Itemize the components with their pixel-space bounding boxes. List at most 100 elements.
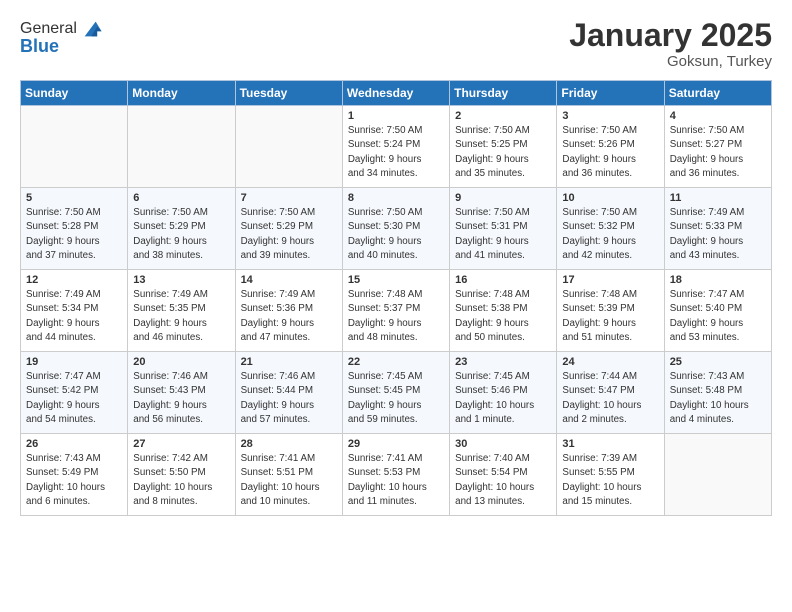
day-info: Sunrise: 7:43 AMSunset: 5:49 PMDaylight:… xyxy=(26,452,122,509)
day-number: 18 xyxy=(670,274,766,286)
day-info: Sunrise: 7:49 AMSunset: 5:33 PMDaylight:… xyxy=(670,206,766,263)
weekday-header: Wednesday xyxy=(342,81,449,106)
day-info: Sunrise: 7:45 AMSunset: 5:46 PMDaylight:… xyxy=(455,370,551,427)
day-number: 30 xyxy=(455,438,551,450)
weekday-header: Friday xyxy=(557,81,664,106)
day-number: 12 xyxy=(26,274,122,286)
day-number: 29 xyxy=(348,438,444,450)
day-info: Sunrise: 7:48 AMSunset: 5:38 PMDaylight:… xyxy=(455,288,551,345)
weekday-header-row: SundayMondayTuesdayWednesdayThursdayFrid… xyxy=(21,81,772,106)
calendar-cell: 27 Sunrise: 7:42 AMSunset: 5:50 PMDayligh… xyxy=(128,434,235,516)
calendar-cell: 17Sunrise: 7:48 AMSunset: 5:39 PMDayligh… xyxy=(557,270,664,352)
day-info: Sunrise: 7:43 AMSunset: 5:48 PMDaylight:… xyxy=(670,370,766,427)
calendar-cell: 24 Sunrise: 7:44 AMSunset: 5:47 PMDayligh… xyxy=(557,352,664,434)
page: General Blue January 2025 Goksun, Turkey… xyxy=(0,0,792,612)
calendar-cell: 20 Sunrise: 7:46 AMSunset: 5:43 PMDayligh… xyxy=(128,352,235,434)
day-info: Sunrise: 7:45 AMSunset: 5:45 PMDaylight:… xyxy=(348,370,444,427)
calendar-cell: 6 Sunrise: 7:50 AMSunset: 5:29 PMDaylight… xyxy=(128,188,235,270)
calendar-cell: 4 Sunrise: 7:50 AMSunset: 5:27 PMDaylight… xyxy=(664,106,771,188)
location: Goksun, Turkey xyxy=(569,53,772,70)
day-number: 3 xyxy=(562,110,658,122)
calendar-cell: 2 Sunrise: 7:50 AMSunset: 5:25 PMDaylight… xyxy=(450,106,557,188)
day-info: Sunrise: 7:47 AMSunset: 5:42 PMDaylight:… xyxy=(26,370,122,427)
calendar-cell xyxy=(21,106,128,188)
weekday-header: Saturday xyxy=(664,81,771,106)
day-number: 5 xyxy=(26,192,122,204)
calendar-cell: 7Sunrise: 7:50 AMSunset: 5:29 PMDaylight… xyxy=(235,188,342,270)
calendar-cell: 10 Sunrise: 7:50 AMSunset: 5:32 PMDayligh… xyxy=(557,188,664,270)
day-number: 15 xyxy=(348,274,444,286)
calendar-cell: 25 Sunrise: 7:43 AMSunset: 5:48 PMDayligh… xyxy=(664,352,771,434)
day-number: 31 xyxy=(562,438,658,450)
calendar-cell: 1 Sunrise: 7:50 AMSunset: 5:24 PMDaylight… xyxy=(342,106,449,188)
day-number: 14 xyxy=(241,274,337,286)
day-number: 22 xyxy=(348,356,444,368)
day-info: Sunrise: 7:50 AMSunset: 5:30 PMDaylight:… xyxy=(348,206,444,263)
day-info: Sunrise: 7:50 AMSunset: 5:27 PMDaylight:… xyxy=(670,124,766,181)
day-info: Sunrise: 7:48 AMSunset: 5:37 PMDaylight:… xyxy=(348,288,444,345)
day-number: 4 xyxy=(670,110,766,122)
month-title: January 2025 xyxy=(569,18,772,53)
day-info: Sunrise: 7:47 AMSunset: 5:40 PMDaylight:… xyxy=(670,288,766,345)
calendar-cell: 30Sunrise: 7:40 AMSunset: 5:54 PMDayligh… xyxy=(450,434,557,516)
calendar-cell: 8Sunrise: 7:50 AMSunset: 5:30 PMDaylight… xyxy=(342,188,449,270)
calendar-cell: 19 Sunrise: 7:47 AMSunset: 5:42 PMDayligh… xyxy=(21,352,128,434)
day-info: Sunrise: 7:50 AMSunset: 5:26 PMDaylight:… xyxy=(562,124,658,181)
calendar-cell: 23Sunrise: 7:45 AMSunset: 5:46 PMDayligh… xyxy=(450,352,557,434)
day-number: 13 xyxy=(133,274,229,286)
calendar-week-row: 1 Sunrise: 7:50 AMSunset: 5:24 PMDaylight… xyxy=(21,106,772,188)
calendar-cell: 12 Sunrise: 7:49 AMSunset: 5:34 PMDayligh… xyxy=(21,270,128,352)
day-number: 16 xyxy=(455,274,551,286)
day-info: Sunrise: 7:49 AMSunset: 5:34 PMDaylight:… xyxy=(26,288,122,345)
day-info: Sunrise: 7:50 AMSunset: 5:32 PMDaylight:… xyxy=(562,206,658,263)
calendar-cell: 18 Sunrise: 7:47 AMSunset: 5:40 PMDayligh… xyxy=(664,270,771,352)
day-number: 11 xyxy=(670,192,766,204)
day-number: 20 xyxy=(133,356,229,368)
day-info: Sunrise: 7:50 AMSunset: 5:28 PMDaylight:… xyxy=(26,206,122,263)
calendar-cell: 5 Sunrise: 7:50 AMSunset: 5:28 PMDaylight… xyxy=(21,188,128,270)
calendar-cell: 21 Sunrise: 7:46 AMSunset: 5:44 PMDayligh… xyxy=(235,352,342,434)
day-number: 7 xyxy=(241,192,337,204)
calendar-cell xyxy=(235,106,342,188)
weekday-header: Monday xyxy=(128,81,235,106)
day-number: 1 xyxy=(348,110,444,122)
day-number: 10 xyxy=(562,192,658,204)
day-info: Sunrise: 7:50 AMSunset: 5:29 PMDaylight:… xyxy=(133,206,229,263)
day-info: Sunrise: 7:49 AMSunset: 5:36 PMDaylight:… xyxy=(241,288,337,345)
day-info: Sunrise: 7:44 AMSunset: 5:47 PMDaylight:… xyxy=(562,370,658,427)
day-info: Sunrise: 7:46 AMSunset: 5:43 PMDaylight:… xyxy=(133,370,229,427)
calendar-cell xyxy=(664,434,771,516)
calendar-cell: 13Sunrise: 7:49 AMSunset: 5:35 PMDayligh… xyxy=(128,270,235,352)
day-number: 9 xyxy=(455,192,551,204)
calendar-cell: 31 Sunrise: 7:39 AMSunset: 5:55 PMDayligh… xyxy=(557,434,664,516)
day-number: 25 xyxy=(670,356,766,368)
day-info: Sunrise: 7:46 AMSunset: 5:44 PMDaylight:… xyxy=(241,370,337,427)
day-info: Sunrise: 7:39 AMSunset: 5:55 PMDaylight:… xyxy=(562,452,658,509)
day-info: Sunrise: 7:42 AMSunset: 5:50 PMDaylight:… xyxy=(133,452,229,509)
calendar-week-row: 5 Sunrise: 7:50 AMSunset: 5:28 PMDaylight… xyxy=(21,188,772,270)
day-info: Sunrise: 7:50 AMSunset: 5:31 PMDaylight:… xyxy=(455,206,551,263)
calendar-cell: 22 Sunrise: 7:45 AMSunset: 5:45 PMDayligh… xyxy=(342,352,449,434)
calendar-cell: 15 Sunrise: 7:48 AMSunset: 5:37 PMDayligh… xyxy=(342,270,449,352)
logo-icon xyxy=(81,18,103,40)
day-number: 27 xyxy=(133,438,229,450)
day-number: 6 xyxy=(133,192,229,204)
calendar-cell xyxy=(128,106,235,188)
day-number: 21 xyxy=(241,356,337,368)
title-block: January 2025 Goksun, Turkey xyxy=(569,18,772,70)
calendar-week-row: 26Sunrise: 7:43 AMSunset: 5:49 PMDayligh… xyxy=(21,434,772,516)
calendar-cell: 3 Sunrise: 7:50 AMSunset: 5:26 PMDaylight… xyxy=(557,106,664,188)
calendar-cell: 14 Sunrise: 7:49 AMSunset: 5:36 PMDayligh… xyxy=(235,270,342,352)
calendar-cell: 26Sunrise: 7:43 AMSunset: 5:49 PMDayligh… xyxy=(21,434,128,516)
calendar-cell: 29 Sunrise: 7:41 AMSunset: 5:53 PMDayligh… xyxy=(342,434,449,516)
day-number: 2 xyxy=(455,110,551,122)
header: General Blue January 2025 Goksun, Turkey xyxy=(20,18,772,70)
day-number: 24 xyxy=(562,356,658,368)
day-number: 28 xyxy=(241,438,337,450)
calendar-cell: 16 Sunrise: 7:48 AMSunset: 5:38 PMDayligh… xyxy=(450,270,557,352)
day-number: 19 xyxy=(26,356,122,368)
day-info: Sunrise: 7:50 AMSunset: 5:24 PMDaylight:… xyxy=(348,124,444,181)
day-info: Sunrise: 7:50 AMSunset: 5:25 PMDaylight:… xyxy=(455,124,551,181)
day-info: Sunrise: 7:41 AMSunset: 5:53 PMDaylight:… xyxy=(348,452,444,509)
weekday-header: Tuesday xyxy=(235,81,342,106)
